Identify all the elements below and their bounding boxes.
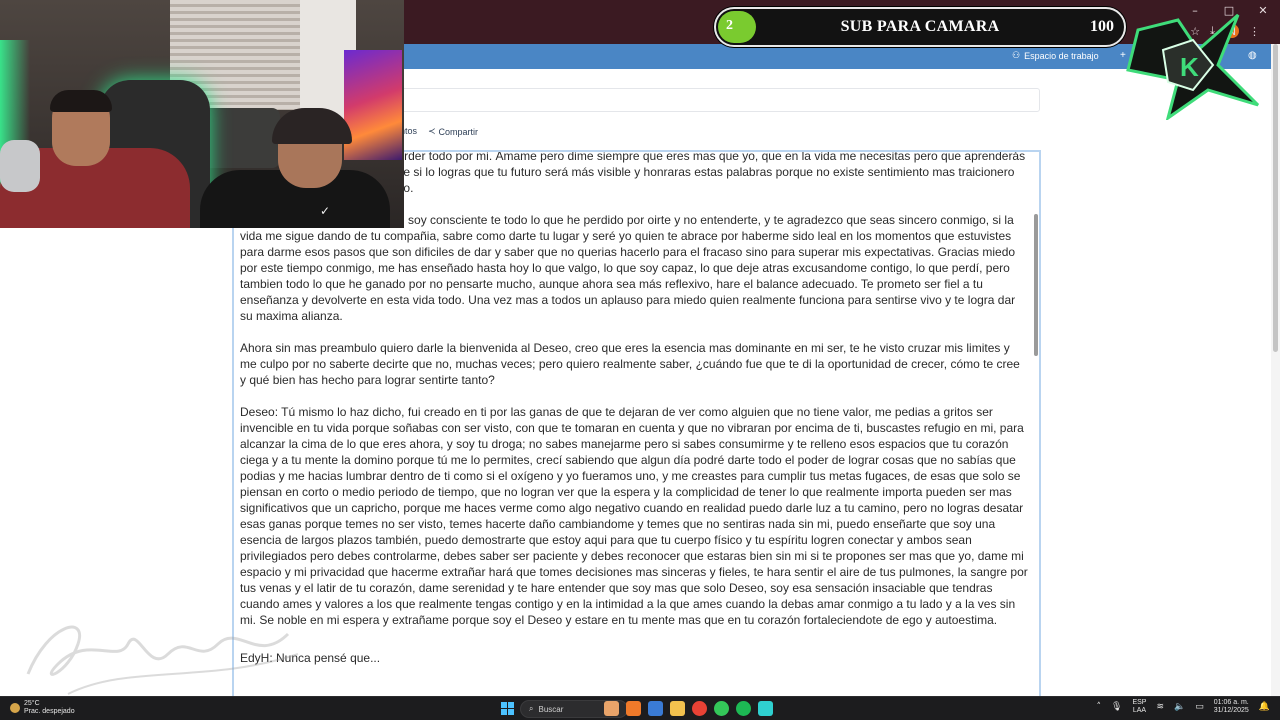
paragraph: EdyH: Nunca pensé que... [240, 651, 381, 665]
workspace-label: Espacio de trabajo [1024, 50, 1099, 61]
search-label: Buscar [538, 704, 564, 714]
app-icon[interactable] [626, 701, 641, 716]
webcam-overlay: ✓ [0, 0, 404, 228]
file-explorer-icon[interactable] [670, 701, 685, 716]
spotify-icon[interactable] [736, 701, 751, 716]
share-icon: ≺ [428, 126, 436, 136]
language-indicator[interactable]: ESP LAA [1132, 699, 1146, 715]
goal-label: SUB PARA CAMARA [840, 18, 1000, 35]
search-icon: ⌕ [529, 704, 534, 713]
taskbar: 25°C Prac. despejado ⌕ Buscar ˄ 🎙 ESP LA… [0, 696, 1280, 720]
clock-date: 31/12/2025 [1213, 707, 1249, 714]
keyboard-layout: LAA [1132, 707, 1147, 714]
system-tray: ˄ 🎙 ESP LAA ≋ 🔈 ▭ 01:06 a. m. 31/12/2025… [1097, 699, 1271, 715]
document-title-field[interactable] [380, 88, 1040, 112]
paragraph: EdyH: Gracias por creer en mi, soy consc… [240, 213, 1016, 323]
workspace-button[interactable]: ⚇ Espacio de trabajo [1012, 50, 1099, 61]
widget-icon[interactable] [604, 701, 619, 716]
microphone [0, 140, 40, 192]
paragraph: Ahora sin mas preambulo quiero darle la … [240, 341, 1020, 387]
chrome-icon[interactable] [692, 701, 707, 716]
wifi-icon[interactable]: ≋ [1156, 703, 1164, 712]
clock[interactable]: 01:06 a. m. 31/12/2025 [1214, 699, 1249, 715]
notepad-icon[interactable] [758, 701, 773, 716]
start-button[interactable] [501, 702, 514, 715]
clock-time: 01:06 a. m. [1213, 699, 1249, 706]
app-icon[interactable] [648, 701, 663, 716]
channel-logo: K [1126, 13, 1260, 120]
pinned-apps [604, 701, 773, 716]
share-label: Compartir [438, 126, 479, 137]
notifications-icon[interactable]: 🔔 [1259, 703, 1270, 712]
volume-icon[interactable]: 🔈 [1174, 703, 1185, 712]
language-code: ESP [1132, 699, 1147, 706]
whatsapp-icon[interactable] [714, 701, 729, 716]
paragraph: Deseo: Tú mismo lo haz dicho, fui creado… [240, 405, 1028, 627]
goal-target-count: 100 [1090, 18, 1114, 35]
chevron-up-icon[interactable]: ˄ [1097, 703, 1102, 712]
microphone-icon[interactable]: 🎙 [1111, 703, 1122, 712]
subscriber-goal-bar: 2 SUB PARA CAMARA 100 [714, 7, 1126, 47]
document-editor[interactable]: Miedo: Te he enseñado a decir que no cua… [232, 150, 1041, 710]
svg-text:K: K [1180, 52, 1199, 82]
page-scrollbar[interactable] [1273, 44, 1278, 352]
weather-widget[interactable]: 25°C Prac. despejado [10, 700, 75, 716]
people-icon: ⚇ [1012, 50, 1021, 60]
share-button[interactable]: ≺ Compartir [428, 126, 478, 137]
document-body: Miedo: Te he enseñado a decir que no cua… [240, 152, 1028, 682]
weather-description: Prac. despejado [24, 708, 75, 715]
streamer-left [0, 90, 190, 228]
sun-icon [10, 703, 20, 713]
swoosh-icon: ✓ [320, 204, 331, 218]
editor-scrollbar[interactable] [1034, 214, 1038, 356]
battery-icon[interactable]: ▭ [1195, 703, 1204, 712]
signature-watermark [26, 625, 299, 695]
streamer-right: ✓ [200, 108, 390, 228]
weather-temperature: 25°C [24, 700, 40, 707]
